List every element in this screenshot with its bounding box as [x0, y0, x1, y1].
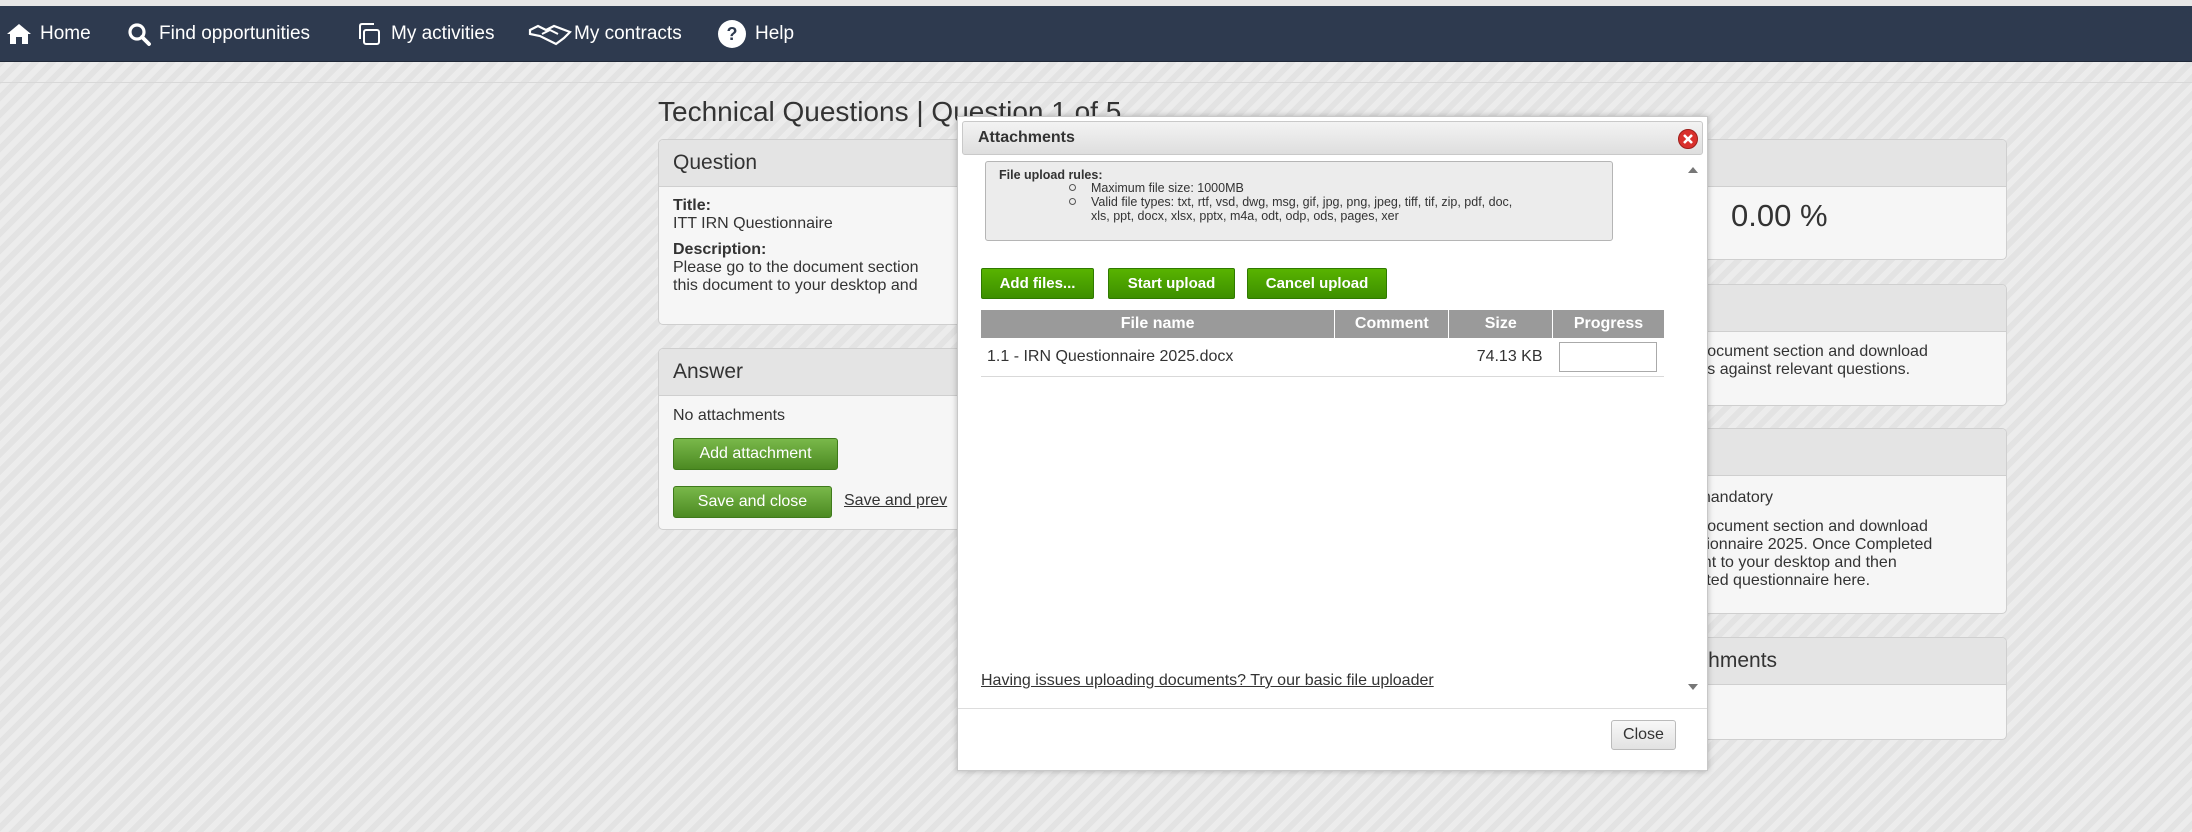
column-header-progress: Progress [1552, 310, 1664, 338]
start-upload-button[interactable]: Start upload [1108, 268, 1235, 299]
attachments-modal: Attachments File upload rules: Maximum f… [957, 116, 1708, 771]
help-line: e document section and download [1685, 518, 1928, 535]
add-attachment-button[interactable]: Add attachment [673, 438, 838, 470]
upload-rules-title: File upload rules: [999, 168, 1103, 182]
progress-value: 0.00 % [1731, 198, 1828, 233]
cancel-upload-button[interactable]: Cancel upload [1247, 268, 1387, 299]
header-divider [0, 82, 2192, 83]
save-and-previous-link[interactable]: Save and prev [844, 492, 947, 510]
add-files-button[interactable]: Add files... [981, 268, 1094, 299]
modal-title: Attachments [978, 129, 1075, 146]
file-size-cell: 74.13 KB [1448, 338, 1553, 377]
nav-my-activities[interactable]: My activities [357, 6, 494, 61]
nav-home[interactable]: Home [6, 6, 91, 61]
column-header-file-name: File name [981, 310, 1336, 338]
modal-header: Attachments [962, 121, 1703, 155]
help-line: nent to your desktop and then [1685, 554, 1897, 571]
column-header-comment: Comment [1334, 310, 1450, 338]
nav-my-contracts[interactable]: My contracts [528, 6, 682, 61]
files-table: File name Comment Size Progress 1.1 - IR… [981, 310, 1664, 377]
nav-my-contracts-label: My contracts [574, 22, 682, 44]
scroll-up-arrow[interactable] [1688, 167, 1698, 173]
table-row: 1.1 - IRN Questionnaire 2025.docx 74.13 … [981, 338, 1664, 377]
nav-find-opportunities-label: Find opportunities [159, 22, 311, 44]
home-icon [7, 23, 31, 44]
file-progress-cell [1552, 338, 1664, 377]
progress-bar [1558, 342, 1657, 372]
nav-find-opportunities[interactable]: Find opportunities [127, 6, 310, 61]
top-navbar: Home Find opportunities My activities My… [0, 6, 2192, 62]
activities-icon [359, 22, 380, 45]
upload-rule-file-types: Valid file types: txt, rtf, vsd, dwg, ms… [1091, 195, 1513, 209]
instructions-line: e document section and download [1685, 343, 1928, 360]
handshake-icon [528, 24, 572, 45]
close-button[interactable]: Close [1611, 720, 1676, 750]
help-icon: ? [718, 19, 746, 48]
svg-text:?: ? [727, 24, 738, 44]
bullet-icon [1069, 184, 1076, 191]
bullet-icon [1069, 198, 1076, 205]
scroll-down-arrow[interactable] [1688, 684, 1698, 690]
upload-rule-max-size: Maximum file size: 1000MB [1091, 181, 1244, 195]
upload-rule-file-types-cont: xls, ppt, docx, xlsx, pptx, m4a, odt, od… [1091, 209, 1399, 223]
basic-uploader-link[interactable]: Having issues uploading documents? Try o… [981, 672, 1434, 690]
modal-footer-divider [958, 708, 1707, 709]
instructions-line: ents against relevant questions. [1685, 361, 1911, 378]
file-comment-cell [1334, 338, 1449, 377]
help-line: pleted questionnaire here. [1685, 572, 1871, 589]
upload-rules-box: File upload rules: Maximum file size: 10… [985, 161, 1613, 241]
nav-help[interactable]: ? Help [717, 6, 794, 61]
column-header-size: Size [1448, 310, 1554, 338]
save-and-close-button[interactable]: Save and close [673, 486, 832, 518]
no-attachments-text: No attachments [673, 407, 786, 424]
help-line: estionnaire 2025. Once Completed [1685, 536, 1933, 553]
close-icon[interactable] [1678, 129, 1698, 149]
file-name-cell: 1.1 - IRN Questionnaire 2025.docx [981, 338, 1335, 377]
search-icon [128, 22, 151, 46]
nav-help-label: Help [755, 22, 795, 44]
nav-home-label: Home [40, 22, 91, 44]
nav-my-activities-label: My activities [391, 22, 495, 44]
